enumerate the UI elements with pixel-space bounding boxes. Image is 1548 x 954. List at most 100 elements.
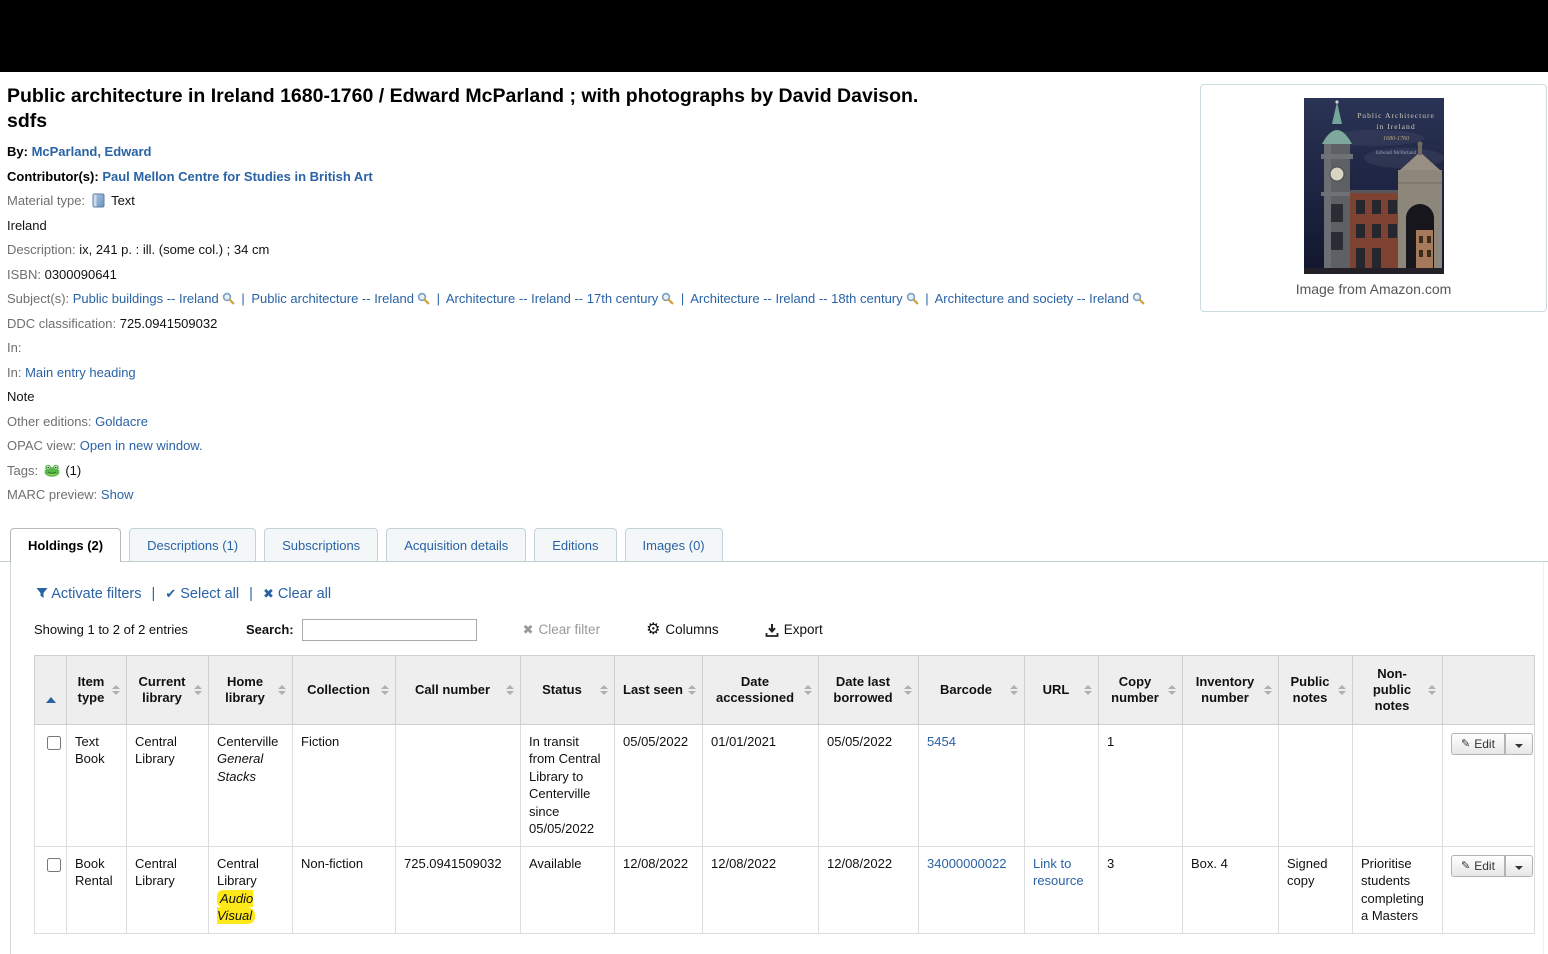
sort-icon xyxy=(1264,684,1272,695)
row-checkbox[interactable] xyxy=(47,857,61,872)
pencil-icon: ✎ xyxy=(1461,860,1471,872)
column-header-current-library[interactable]: Current library xyxy=(126,654,209,725)
tab-holdings[interactable]: Holdings (2) xyxy=(10,527,122,562)
column-header-barcode[interactable]: Barcode xyxy=(918,654,1025,725)
public-notes-cell: Signed copy xyxy=(1278,845,1353,934)
marc-preview-label: MARC preview: xyxy=(7,487,98,502)
column-header-last-seen[interactable]: Last seen xyxy=(614,654,703,725)
search-magnifier-icon[interactable] xyxy=(222,292,235,305)
marc-preview-show-link[interactable]: Show xyxy=(101,487,134,502)
by-label: By: xyxy=(7,144,28,159)
edit-dropdown-button[interactable] xyxy=(1504,854,1533,877)
column-header-public-notes[interactable]: Public notes xyxy=(1278,654,1353,725)
sort-icon xyxy=(278,684,286,695)
main-entry-heading-link[interactable]: Main entry heading xyxy=(25,365,136,380)
current-library-cell: Central Library xyxy=(126,845,209,934)
tab-descriptions[interactable]: Descriptions (1) xyxy=(129,527,257,561)
subject-link[interactable]: Public buildings -- Ireland xyxy=(73,291,219,306)
column-header-inventory-number[interactable]: Inventory number xyxy=(1182,654,1279,725)
subject-link[interactable]: Architecture -- Ireland -- 18th century xyxy=(690,291,902,306)
export-button[interactable]: Export xyxy=(765,622,823,637)
edit-button[interactable]: ✎ Edit xyxy=(1451,732,1505,755)
search-input[interactable] xyxy=(301,618,477,641)
column-header-date-accessioned[interactable]: Date accessioned xyxy=(702,654,819,725)
tab-acquisition-details[interactable]: Acquisition details xyxy=(386,527,527,561)
edit-button[interactable]: ✎ Edit xyxy=(1451,854,1505,877)
frog-tag-icon xyxy=(44,464,60,477)
caret-down-icon xyxy=(1514,865,1523,870)
column-header-date-last-borrowed[interactable]: Date last borrowed xyxy=(818,654,919,725)
opac-view-link[interactable]: Open in new window. xyxy=(80,438,203,453)
search-magnifier-icon[interactable] xyxy=(661,292,674,305)
sort-icon xyxy=(904,684,912,695)
opac-view-line: OPAC view: Open in new window. xyxy=(7,438,1188,454)
call-number-cell xyxy=(395,723,521,847)
search-magnifier-icon[interactable] xyxy=(417,292,430,305)
sort-icon xyxy=(1084,684,1092,695)
row-checkbox[interactable] xyxy=(47,735,61,750)
holdings-table: Item type Current library Home library C… xyxy=(34,654,1535,934)
select-all-link[interactable]: ✔ Select all xyxy=(165,586,239,602)
subject-link[interactable]: Public architecture -- Ireland xyxy=(251,291,414,306)
gear-icon: ⚙ xyxy=(646,620,661,638)
search-magnifier-icon[interactable] xyxy=(906,292,919,305)
subject-link[interactable]: Architecture and society -- Ireland xyxy=(935,291,1129,306)
subjects-label: Subject(s): xyxy=(7,291,70,306)
status-cell: Available xyxy=(520,845,615,934)
date-accessioned-cell: 01/01/2021 xyxy=(702,723,819,847)
material-type-value: Text xyxy=(111,193,135,208)
description-value: ix, 241 p. : ill. (some col.) ; 34 cm xyxy=(79,242,270,257)
inventory-number-cell xyxy=(1182,723,1279,847)
page-title: Public architecture in Ireland 1680-1760… xyxy=(7,84,1137,134)
column-header-url[interactable]: URL xyxy=(1024,654,1099,725)
tags-line: Tags: (1) xyxy=(7,463,1188,479)
tab-subscriptions[interactable]: Subscriptions xyxy=(264,527,379,561)
current-library-cell: Central Library xyxy=(126,723,209,847)
column-header-home-library[interactable]: Home library xyxy=(208,654,293,725)
resource-link[interactable]: Link to resource xyxy=(1033,856,1084,889)
item-type-cell: Book Rental xyxy=(66,845,127,934)
separator: | xyxy=(151,585,156,602)
clear-all-link[interactable]: ✖ Clear all xyxy=(263,586,331,602)
cover-caption: Image from Amazon.com xyxy=(1295,281,1452,297)
column-header-status[interactable]: Status xyxy=(520,654,615,725)
tags-label: Tags: xyxy=(7,462,39,478)
shelving-location-highlighted: Audio Visual xyxy=(217,889,256,924)
material-type-line: Material type: Text xyxy=(7,193,1188,209)
column-header-item-type[interactable]: Item type xyxy=(66,654,127,725)
x-icon: ✖ xyxy=(262,585,274,601)
tab-bar: Holdings (2) Descriptions (1) Subscripti… xyxy=(0,527,1548,562)
columns-button[interactable]: ⚙ Columns xyxy=(646,620,719,638)
search-magnifier-icon[interactable] xyxy=(1132,292,1145,305)
other-editions-link[interactable]: Goldacre xyxy=(95,414,148,429)
download-icon xyxy=(765,623,779,637)
barcode-link[interactable]: 34000000022 xyxy=(927,856,1007,871)
caret-down-icon xyxy=(1514,743,1523,748)
status-cell: In transit from Central Library to Cente… xyxy=(520,723,615,847)
sort-icon xyxy=(112,684,120,695)
barcode-link[interactable]: 5454 xyxy=(927,734,956,749)
tab-editions[interactable]: Editions xyxy=(534,527,617,561)
sort-icon xyxy=(1168,684,1176,695)
column-header-call-number[interactable]: Call number xyxy=(395,654,521,725)
column-header-select[interactable] xyxy=(34,654,67,725)
tab-images[interactable]: Images (0) xyxy=(624,527,723,561)
showing-entries-text: Showing 1 to 2 of 2 entries xyxy=(34,622,188,637)
column-header-collection[interactable]: Collection xyxy=(292,654,396,725)
holdings-panel: Activate filters | ✔ Select all | ✖ Clea… xyxy=(10,561,1544,954)
column-header-copy-number[interactable]: Copy number xyxy=(1098,654,1183,725)
edit-dropdown-button[interactable] xyxy=(1504,732,1533,755)
contributor-link[interactable]: Paul Mellon Centre for Studies in Britis… xyxy=(102,169,372,184)
column-header-non-public-notes[interactable]: Non-public notes xyxy=(1352,654,1443,725)
opac-view-label: OPAC view: xyxy=(7,438,77,453)
clear-filter-button[interactable]: ✖ Clear filter xyxy=(523,622,600,638)
actions-cell: ✎ Edit xyxy=(1442,845,1535,934)
subject-link[interactable]: Architecture -- Ireland -- 17th century xyxy=(446,291,658,306)
sort-icon xyxy=(1428,684,1436,695)
date-accessioned-cell: 12/08/2022 xyxy=(702,845,819,934)
search-wrap: Search: xyxy=(246,618,477,641)
tabs-area: Holdings (2) Descriptions (1) Subscripti… xyxy=(0,527,1548,954)
activate-filters-link[interactable]: Activate filters xyxy=(36,586,141,602)
table-controls-row: Showing 1 to 2 of 2 entries Search: ✖ Cl… xyxy=(34,618,1531,641)
author-link[interactable]: McParland, Edward xyxy=(32,144,152,159)
